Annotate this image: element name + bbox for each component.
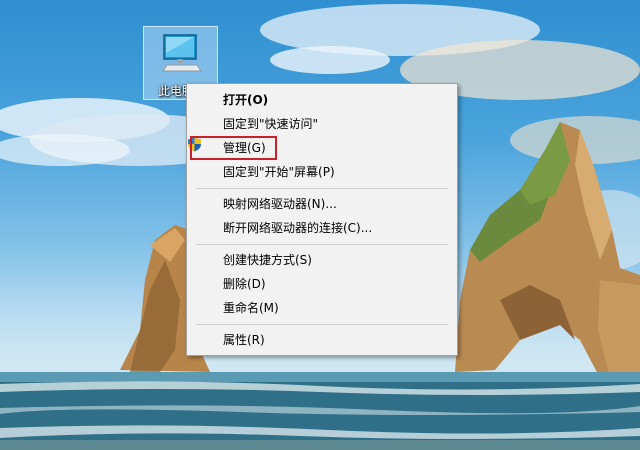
menu-item-label: 属性(R) bbox=[223, 333, 265, 347]
menu-item-label: 固定到"快速访问" bbox=[223, 117, 319, 131]
menu-item-label: 断开网络驱动器的连接(C)... bbox=[223, 221, 373, 235]
menu-item-rename[interactable]: 重命名(M) bbox=[187, 297, 457, 319]
context-menu: 打开(O) 固定到"快速访问" 管理(G) 固定到"开始"屏幕(P) 映射网络驱… bbox=[186, 83, 458, 356]
menu-item-create-shortcut[interactable]: 创建快捷方式(S) bbox=[187, 249, 457, 271]
menu-item-label: 映射网络驱动器(N)... bbox=[223, 197, 337, 211]
menu-item-label: 删除(D) bbox=[223, 277, 266, 291]
desktop-wallpaper: 此电脑 打开(O) 固定到"快速访问" 管理(G) 固定到"开始"屏幕(P) 映… bbox=[0, 0, 640, 450]
menu-separator bbox=[196, 188, 448, 189]
menu-item-disconnect-network-drive[interactable]: 断开网络驱动器的连接(C)... bbox=[187, 217, 457, 239]
menu-item-pin-quick-access[interactable]: 固定到"快速访问" bbox=[187, 113, 457, 135]
menu-item-map-network-drive[interactable]: 映射网络驱动器(N)... bbox=[187, 193, 457, 215]
menu-item-pin-start[interactable]: 固定到"开始"屏幕(P) bbox=[187, 161, 457, 183]
menu-item-label: 打开(O) bbox=[223, 93, 269, 107]
menu-item-properties[interactable]: 属性(R) bbox=[187, 329, 457, 351]
menu-separator bbox=[196, 324, 448, 325]
menu-item-label: 创建快捷方式(S) bbox=[223, 253, 312, 267]
menu-item-delete[interactable]: 删除(D) bbox=[187, 273, 457, 295]
menu-item-label: 固定到"开始"屏幕(P) bbox=[223, 165, 335, 179]
computer-icon bbox=[162, 34, 202, 72]
menu-item-open[interactable]: 打开(O) bbox=[187, 89, 457, 111]
manage-highlight-box bbox=[190, 136, 277, 160]
menu-item-label: 重命名(M) bbox=[223, 301, 279, 315]
menu-separator bbox=[196, 244, 448, 245]
